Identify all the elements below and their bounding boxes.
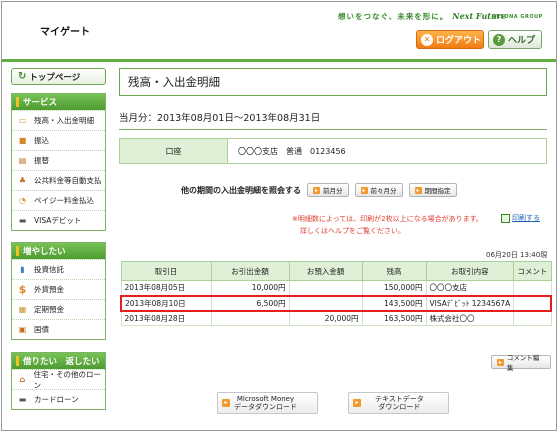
header-divider bbox=[2, 59, 556, 62]
printer-icon bbox=[501, 213, 510, 223]
question-icon: ? bbox=[493, 33, 505, 46]
period-divider bbox=[119, 129, 547, 130]
statement-table: 取引日 お引出金額 お預入金額 残高 お取引内容 コメント 2013年08月05… bbox=[120, 261, 553, 326]
sidebar-item-bonds[interactable]: ▣ 国債 bbox=[12, 319, 105, 339]
close-icon: ✕ bbox=[421, 33, 433, 46]
comment-edit-button[interactable]: ▸ コメント編集 bbox=[491, 354, 551, 372]
prev-month-button[interactable]: ▸ 前月分 bbox=[307, 183, 349, 197]
text-data-line2: ダウンロード bbox=[378, 403, 421, 411]
col-withdraw: お引出金額 bbox=[210, 261, 290, 281]
tagline-text: 想いをつなぐ、未来を形に。 bbox=[338, 12, 449, 21]
account-label: 口座 bbox=[120, 139, 228, 163]
sidebar-item-time-deposit[interactable]: ▦ 定期預金 bbox=[12, 299, 105, 319]
top-page-label: トップページ bbox=[29, 72, 81, 83]
card-icon: ▬ bbox=[18, 216, 27, 225]
text-data-line1: テキストデータ bbox=[375, 395, 424, 403]
sidebar-item-card-loan[interactable]: ▬ カードローン bbox=[12, 389, 105, 409]
col-date: 取引日 bbox=[120, 261, 212, 281]
brand-name: マイゲート bbox=[40, 27, 90, 38]
deposit-icon: ▦ bbox=[18, 305, 27, 314]
prev-prev-month-button[interactable]: ▸ 前々月分 bbox=[354, 183, 403, 197]
page-frame: マイゲート 想いをつなぐ、未来を形に。 Next Future RESONA GR… bbox=[1, 1, 557, 431]
sidebar: ↻ トップページ サービス ▭ 残高・入出金明細 ■ 振込 ▤ 振替 ♣ 公共料金等自動… bbox=[11, 68, 109, 410]
arrow-right-icon: ▸ bbox=[360, 186, 368, 194]
table-row-highlighted: 2013年08月10日 6,500円 143,500円 VISAﾃﾞﾋﾞｯﾄ 1… bbox=[120, 294, 553, 312]
logout-label: ログアウト bbox=[436, 36, 482, 46]
services-panel: サービス ▭ 残高・入出金明細 ■ 振込 ▤ 振替 ♣ 公共料金等自動支払 ◔ ペイジー料… bbox=[11, 93, 106, 231]
sidebar-item-exchange[interactable]: ▤ 振替 bbox=[12, 150, 105, 170]
borrow-panel: 借りたい 返したい ⌂ 住宅・その他のローン ▬ カードローン bbox=[11, 352, 106, 410]
main-content: 残高・入出金明細 当月分：2013年08月01日～2013年08月31日 口座 … bbox=[119, 68, 553, 414]
sidebar-item-payeasy[interactable]: ◔ ペイジー料金払込 bbox=[12, 190, 105, 210]
sidebar-item-investment-trust[interactable]: ▮ 投資信託 bbox=[12, 259, 105, 279]
arrow-right-icon: ▸ bbox=[353, 399, 361, 407]
other-period-row: 他の期間の入出金明細を照会する ▸ 前月分 ▸ 前々月分 ▸ 期間指定 bbox=[181, 183, 457, 197]
arrow-right-icon: ▸ bbox=[497, 358, 504, 366]
ms-money-line2: データダウンロード bbox=[234, 403, 297, 411]
services-heading: サービス bbox=[12, 94, 105, 110]
page-title: 残高・入出金明細 bbox=[119, 68, 547, 96]
dollar-icon: $ bbox=[18, 283, 27, 296]
top-page-button[interactable]: ↻ トップページ bbox=[11, 68, 106, 85]
chart-icon: ▮ bbox=[20, 265, 25, 274]
sidebar-item-foreign-deposit[interactable]: $ 外貨預金 bbox=[12, 279, 105, 299]
payeasy-icon: ◔ bbox=[19, 196, 26, 205]
col-balance: 残高 bbox=[361, 261, 427, 281]
account-value: 〇〇〇支店 普通 0123456 bbox=[238, 146, 346, 156]
refresh-icon: ↻ bbox=[18, 71, 27, 82]
help-button[interactable]: ? ヘルプ bbox=[488, 30, 542, 49]
help-label: ヘルプ bbox=[508, 36, 536, 46]
tagline: 想いをつなぐ、未来を形に。 Next Future bbox=[338, 11, 506, 22]
increase-heading: 増やしたい bbox=[12, 243, 105, 259]
period-select-button[interactable]: ▸ 期間指定 bbox=[408, 183, 457, 197]
logout-button[interactable]: ✕ ログアウト bbox=[416, 30, 484, 49]
sidebar-item-visa-debit[interactable]: ▬ VISAデビット bbox=[12, 210, 105, 230]
col-comment: コメント bbox=[513, 261, 552, 281]
note-line-2: 詳しくはヘルプをご覧ください。 bbox=[300, 227, 405, 235]
bill-icon: ♣ bbox=[18, 176, 27, 185]
exchange-icon: ▤ bbox=[18, 156, 27, 165]
borrow-heading: 借りたい 返したい bbox=[12, 353, 105, 369]
ms-money-download-button[interactable]: ▸ Microsoft Money データダウンロード bbox=[217, 392, 318, 414]
group-logo-text: RESONA GROUP bbox=[492, 14, 543, 20]
increase-panel: 増やしたい ▮ 投資信託 $ 外貨預金 ▦ 定期預金 ▣ 国債 bbox=[11, 242, 106, 340]
arrow-right-icon: ▸ bbox=[222, 399, 230, 407]
table-row: 2013年08月05日 10,000円 150,000円 〇〇〇支店 bbox=[120, 280, 552, 296]
sidebar-item-utility[interactable]: ♣ 公共料金等自動支払 bbox=[12, 170, 105, 190]
bond-icon: ▣ bbox=[18, 325, 27, 334]
sidebar-item-home-loan[interactable]: ⌂ 住宅・その他のローン bbox=[12, 369, 105, 390]
passbook-icon: ▭ bbox=[18, 116, 27, 125]
table-header-row: 取引日 お引出金額 お預入金額 残高 お取引内容 コメント bbox=[120, 261, 552, 281]
cardloan-icon: ▬ bbox=[18, 395, 27, 404]
table-row: 2013年08月28日 20,000円 163,500円 株式会社〇〇 bbox=[120, 310, 552, 326]
ms-money-line1: Microsoft Money bbox=[236, 395, 295, 403]
arrow-right-icon: ▸ bbox=[414, 186, 422, 194]
sidebar-item-transfer[interactable]: ■ 振込 bbox=[12, 130, 105, 150]
transfer-icon: ■ bbox=[18, 136, 27, 145]
account-row: 口座 〇〇〇支店 普通 0123456 bbox=[119, 138, 547, 164]
header: マイゲート 想いをつなぐ、未来を形に。 Next Future RESONA GR… bbox=[2, 2, 556, 64]
other-period-text: 他の期間の入出金明細を照会する bbox=[181, 185, 301, 195]
print-link[interactable]: 印刷する bbox=[501, 213, 540, 223]
col-description: お取引内容 bbox=[425, 261, 515, 281]
house-icon: ⌂ bbox=[19, 375, 26, 384]
period-heading: 当月分：2013年08月01日～2013年08月31日 bbox=[119, 113, 321, 124]
arrow-right-icon: ▸ bbox=[313, 186, 320, 194]
sidebar-item-balance[interactable]: ▭ 残高・入出金明細 bbox=[12, 110, 105, 130]
col-deposit: お預入金額 bbox=[288, 261, 363, 281]
text-data-download-button[interactable]: ▸ テキストデータ ダウンロード bbox=[348, 392, 449, 414]
